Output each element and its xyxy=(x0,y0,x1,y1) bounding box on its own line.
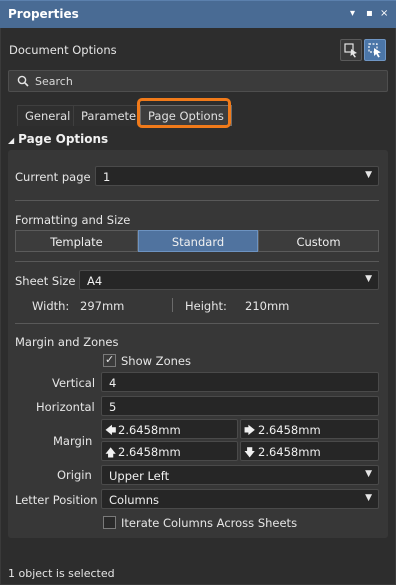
standard-mode-button[interactable]: Standard xyxy=(138,230,258,252)
selection-status: 1 object is selected xyxy=(8,567,115,580)
current-page-label: Current page xyxy=(15,170,91,184)
horizontal-zones-input[interactable]: 5 xyxy=(101,396,379,416)
arrow-right-icon: 🡆 xyxy=(244,424,256,437)
margin-left-value: 2.6458mm xyxy=(118,423,181,437)
arrow-left-icon: 🡄 xyxy=(105,424,117,437)
formatting-size-title: Formatting and Size xyxy=(15,213,131,227)
select-pointer-button[interactable] xyxy=(364,39,386,61)
panel-title: Properties xyxy=(8,7,79,21)
margin-right-input[interactable]: 🡆 2.6458mm xyxy=(240,419,379,439)
margin-bottom-value: 2.6458mm xyxy=(258,445,321,459)
origin-value: Upper Left xyxy=(109,469,170,483)
show-zones-label: Show Zones xyxy=(121,354,191,368)
margin-top-value: 2.6458mm xyxy=(118,445,181,459)
letter-position-label: Letter Position xyxy=(15,493,98,507)
margin-top-input[interactable]: 🡅 2.6458mm xyxy=(101,441,238,461)
sheet-size-value: A4 xyxy=(87,274,103,288)
height-value: 210mm xyxy=(245,299,290,313)
sheet-size-label: Sheet Size xyxy=(15,274,76,288)
search-placeholder: Search xyxy=(35,75,73,88)
search-box[interactable]: Search xyxy=(8,70,388,92)
current-page-value: 1 xyxy=(103,170,111,184)
margin-bottom-input[interactable]: 🡇 2.6458mm xyxy=(240,441,379,461)
show-zones-checkbox[interactable]: ✓ xyxy=(103,353,116,367)
panel-titlebar: Properties ▾ ▪ × xyxy=(0,0,396,28)
letter-position-value: Columns xyxy=(109,493,160,507)
panel-menu-icon[interactable]: ▾ xyxy=(350,8,355,19)
page-options-section-header[interactable]: ◢ Page Options xyxy=(8,132,108,146)
custom-mode-button[interactable]: Custom xyxy=(258,230,379,252)
template-mode-button[interactable]: Template xyxy=(15,230,138,252)
origin-select[interactable]: Upper Left ▼ xyxy=(101,465,379,485)
separator xyxy=(172,298,173,312)
check-icon: ✓ xyxy=(105,353,115,366)
panel-close-icon[interactable]: × xyxy=(380,8,388,19)
divider xyxy=(15,323,379,324)
filter-select-icon xyxy=(344,43,357,58)
vertical-zones-input[interactable]: 4 xyxy=(101,372,379,392)
collapse-triangle-icon: ◢ xyxy=(8,136,15,145)
arrow-down-icon: 🡇 xyxy=(244,446,256,459)
pointer-select-icon xyxy=(368,43,381,58)
letter-position-select[interactable]: Columns ▼ xyxy=(101,489,379,509)
chevron-down-icon: ▼ xyxy=(365,469,372,479)
origin-label: Origin xyxy=(57,468,92,482)
chevron-down-icon: ▼ xyxy=(365,170,372,180)
panel-pin-icon[interactable]: ▪ xyxy=(366,8,373,19)
tab-highlight-frame xyxy=(137,98,231,128)
document-options-label: Document Options xyxy=(9,43,117,57)
divider xyxy=(15,261,379,262)
horizontal-label: Horizontal xyxy=(36,400,95,414)
width-value: 297mm xyxy=(80,299,125,313)
tab-general[interactable]: General xyxy=(17,105,79,126)
margin-zones-title: Margin and Zones xyxy=(15,335,119,349)
width-label: Width: xyxy=(32,299,70,313)
arrow-up-icon: 🡅 xyxy=(105,446,117,459)
sheet-size-select[interactable]: A4 ▼ xyxy=(79,270,379,290)
vertical-zones-value: 4 xyxy=(109,376,117,390)
height-label: Height: xyxy=(185,299,227,313)
select-mode-button[interactable] xyxy=(340,39,362,61)
horizontal-zones-value: 5 xyxy=(109,400,117,414)
divider xyxy=(15,200,379,201)
search-icon xyxy=(17,75,29,87)
chevron-down-icon: ▼ xyxy=(365,274,372,284)
section-title: Page Options xyxy=(18,132,109,146)
chevron-down-icon: ▼ xyxy=(365,493,372,503)
vertical-label: Vertical xyxy=(52,376,96,390)
margin-label: Margin xyxy=(53,434,93,448)
margin-left-input[interactable]: 🡄 2.6458mm xyxy=(101,419,238,439)
iterate-columns-checkbox[interactable] xyxy=(103,516,116,529)
iterate-columns-label: Iterate Columns Across Sheets xyxy=(121,516,298,530)
margin-right-value: 2.6458mm xyxy=(258,423,321,437)
current-page-select[interactable]: 1 ▼ xyxy=(95,166,379,186)
